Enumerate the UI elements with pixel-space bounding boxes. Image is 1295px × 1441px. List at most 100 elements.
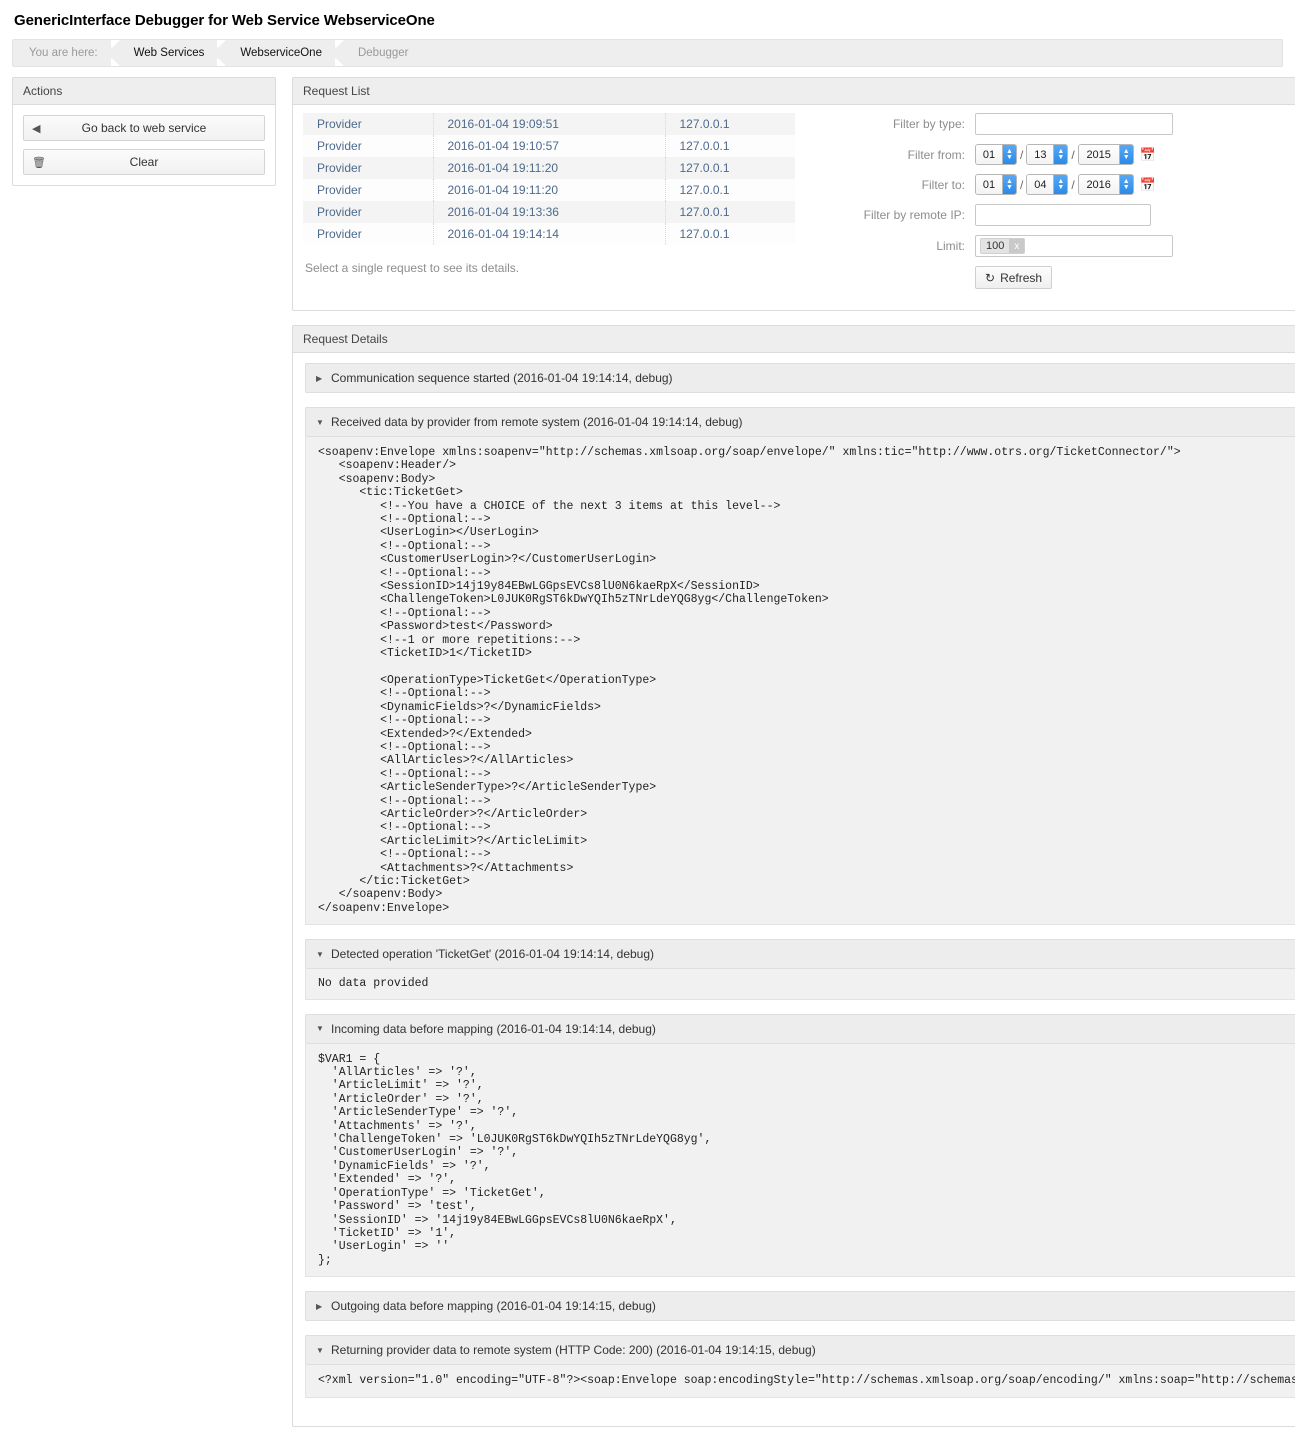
request-time-cell[interactable]: 2016-01-04 19:11:20 <box>433 157 666 179</box>
spinner-icon[interactable]: ▲ ▼ <box>1118 145 1133 164</box>
request-time-cell[interactable]: 2016-01-04 19:13:36 <box>433 201 666 223</box>
detail-section-label: Communication sequence started (2016-01-… <box>331 371 673 385</box>
filter-from-month-value: 01 <box>976 145 1002 164</box>
detail-section-header[interactable]: ▶ Communication sequence started (2016-0… <box>305 363 1295 393</box>
soap-request-code: <soapenv:Envelope xmlns:soapenv="http://… <box>318 446 1181 915</box>
request-type-cell[interactable]: Provider <box>303 179 434 201</box>
refresh-button-label: Refresh <box>1000 270 1043 285</box>
chevron-down-icon: ▼ <box>316 417 324 427</box>
request-time-cell[interactable]: 2016-01-04 19:14:14 <box>433 223 666 245</box>
request-type-cell[interactable]: Provider <box>303 157 434 179</box>
clear-button[interactable]: 🗑 Clear <box>23 149 265 175</box>
request-details-widget: Request Details ▶ Communication sequence… <box>292 325 1295 1427</box>
chevron-down-icon: ▼ <box>316 1345 324 1355</box>
table-row[interactable]: Provider 2016-01-04 19:11:20 127.0.0.1 <box>303 179 795 201</box>
request-ip-cell[interactable]: 127.0.0.1 <box>665 135 795 157</box>
limit-token[interactable]: 100 x <box>980 238 1026 254</box>
limit-label: Limit: <box>936 239 965 253</box>
go-back-to-web-service-button[interactable]: ◀ Go back to web service <box>23 115 265 141</box>
filter-to-day-select[interactable]: 04 ▲ ▼ <box>1026 174 1069 195</box>
detail-section-content: $VAR1 = { 'AllArticles' => '?', 'Article… <box>305 1043 1295 1278</box>
limit-token-remove-icon[interactable]: x <box>1009 239 1025 253</box>
filter-by-type-input[interactable] <box>975 113 1173 135</box>
request-ip-cell[interactable]: 127.0.0.1 <box>665 201 795 223</box>
table-row[interactable]: Provider 2016-01-04 19:14:14 127.0.0.1 <box>303 223 795 245</box>
breadcrumb-prefix: You are here: <box>13 40 112 66</box>
filter-by-remote-ip-input[interactable] <box>975 204 1151 226</box>
breadcrumb-link-webserviceone[interactable]: WebserviceOne <box>240 47 322 59</box>
filter-to-label: Filter to: <box>921 177 965 192</box>
caret-left-icon: ◀ <box>32 122 41 135</box>
table-row[interactable]: Provider 2016-01-04 19:13:36 127.0.0.1 <box>303 201 795 223</box>
filter-to-year-value: 2016 <box>1078 175 1119 194</box>
detail-section-label: Received data by provider from remote sy… <box>331 415 743 429</box>
filter-from-label: Filter from: <box>907 147 965 162</box>
detail-section-header[interactable]: ▼ Received data by provider from remote … <box>305 407 1295 437</box>
request-ip-cell[interactable]: 127.0.0.1 <box>665 179 795 201</box>
detail-section-content: <?xml version="1.0" encoding="UTF-8"?><s… <box>305 1365 1295 1398</box>
breadcrumb-item-webserviceone[interactable]: WebserviceOne <box>218 40 336 66</box>
actions-title: Actions <box>13 78 275 105</box>
refresh-button[interactable]: ↻ Refresh <box>975 266 1053 289</box>
detail-section-communication-sequence-started: ▶ Communication sequence started (2016-0… <box>305 363 1295 393</box>
detail-section-header[interactable]: ▶ Outgoing data before mapping (2016-01-… <box>305 1291 1295 1322</box>
breadcrumb-prefix-label: You are here: <box>29 47 98 59</box>
spinner-icon[interactable]: ▲ ▼ <box>1002 175 1016 194</box>
spinner-icon[interactable]: ▲ ▼ <box>1002 145 1016 164</box>
chevron-right-icon: ▶ <box>316 1301 323 1311</box>
refresh-icon: ↻ <box>985 270 996 285</box>
detail-section-content: <soapenv:Envelope xmlns:soapenv="http://… <box>305 437 1295 926</box>
detail-section-returning-provider-data: ▼ Returning provider data to remote syst… <box>305 1335 1295 1398</box>
trash-icon: 🗑 <box>32 156 46 169</box>
spinner-icon[interactable]: ▲ ▼ <box>1053 145 1068 164</box>
request-ip-cell[interactable]: 127.0.0.1 <box>665 113 795 135</box>
request-list-table: Provider 2016-01-04 19:09:51 127.0.0.1 P… <box>303 113 795 245</box>
filter-from-year-value: 2015 <box>1078 145 1119 164</box>
request-ip-cell[interactable]: 127.0.0.1 <box>665 223 795 245</box>
filter-to-year-select[interactable]: 2016 ▲ ▼ <box>1077 174 1134 195</box>
request-time-cell[interactable]: 2016-01-04 19:11:20 <box>433 179 666 201</box>
detected-operation-code: No data provided <box>318 977 429 991</box>
returning-provider-data-code: <?xml version="1.0" encoding="UTF-8"?><s… <box>318 1374 1295 1388</box>
date-separator: / <box>1020 177 1024 192</box>
clear-button-label: Clear <box>129 155 159 169</box>
request-type-cell[interactable]: Provider <box>303 223 434 245</box>
detail-section-label: Incoming data before mapping (2016-01-04… <box>331 1021 656 1036</box>
breadcrumb-item-debugger: Debugger <box>336 40 423 66</box>
detail-section-header[interactable]: ▼ Incoming data before mapping (2016-01-… <box>305 1013 1295 1044</box>
chevron-down-icon: ▼ <box>316 949 324 959</box>
request-time-cell[interactable]: 2016-01-04 19:09:51 <box>433 113 666 135</box>
chevron-right-icon: ▶ <box>316 373 323 383</box>
spinner-icon[interactable]: ▲ ▼ <box>1053 175 1068 194</box>
incoming-data-code: $VAR1 = { 'AllArticles' => '?', 'Article… <box>318 1052 712 1267</box>
request-type-cell[interactable]: Provider <box>303 201 434 223</box>
request-details-title: Request Details <box>293 326 1295 353</box>
spinner-icon[interactable]: ▲ ▼ <box>1118 175 1133 194</box>
request-type-cell[interactable]: Provider <box>303 135 434 157</box>
chevron-separator-icon <box>335 40 351 66</box>
detail-section-header[interactable]: ▼ Detected operation 'TicketGet' (2016-0… <box>305 939 1295 970</box>
breadcrumb-link-web-services[interactable]: Web Services <box>134 47 205 59</box>
chevron-down-icon: ▼ <box>316 1024 324 1034</box>
page-title: GenericInterface Debugger for Web Servic… <box>14 12 435 29</box>
table-row[interactable]: Provider 2016-01-04 19:11:20 127.0.0.1 <box>303 157 795 179</box>
chevron-separator-icon <box>217 40 233 66</box>
table-row[interactable]: Provider 2016-01-04 19:10:57 127.0.0.1 <box>303 135 795 157</box>
breadcrumb-item-web-services[interactable]: Web Services <box>112 40 219 66</box>
request-ip-cell[interactable]: 127.0.0.1 <box>665 157 795 179</box>
limit-input[interactable]: 100 x <box>975 235 1173 257</box>
request-type-cell[interactable]: Provider <box>303 113 434 135</box>
filter-from-day-select[interactable]: 13 ▲ ▼ <box>1026 144 1069 165</box>
request-time-cell[interactable]: 2016-01-04 19:10:57 <box>433 135 666 157</box>
table-row[interactable]: Provider 2016-01-04 19:09:51 127.0.0.1 <box>303 113 795 135</box>
filter-from-year-select[interactable]: 2015 ▲ ▼ <box>1077 144 1134 165</box>
detail-section-label: Returning provider data to remote system… <box>331 1343 816 1358</box>
date-separator: / <box>1020 147 1024 162</box>
calendar-icon[interactable]: 📅 <box>1140 177 1156 193</box>
filter-by-remote-ip-label: Filter by remote IP: <box>863 208 965 222</box>
filter-to-month-select[interactable]: 01 ▲ ▼ <box>975 174 1017 195</box>
calendar-icon[interactable]: 📅 <box>1140 147 1156 163</box>
filter-from-month-select[interactable]: 01 ▲ ▼ <box>975 144 1017 165</box>
detail-section-header[interactable]: ▼ Returning provider data to remote syst… <box>305 1335 1295 1366</box>
actions-widget: Actions ◀ Go back to web service 🗑 Clear <box>12 77 276 186</box>
